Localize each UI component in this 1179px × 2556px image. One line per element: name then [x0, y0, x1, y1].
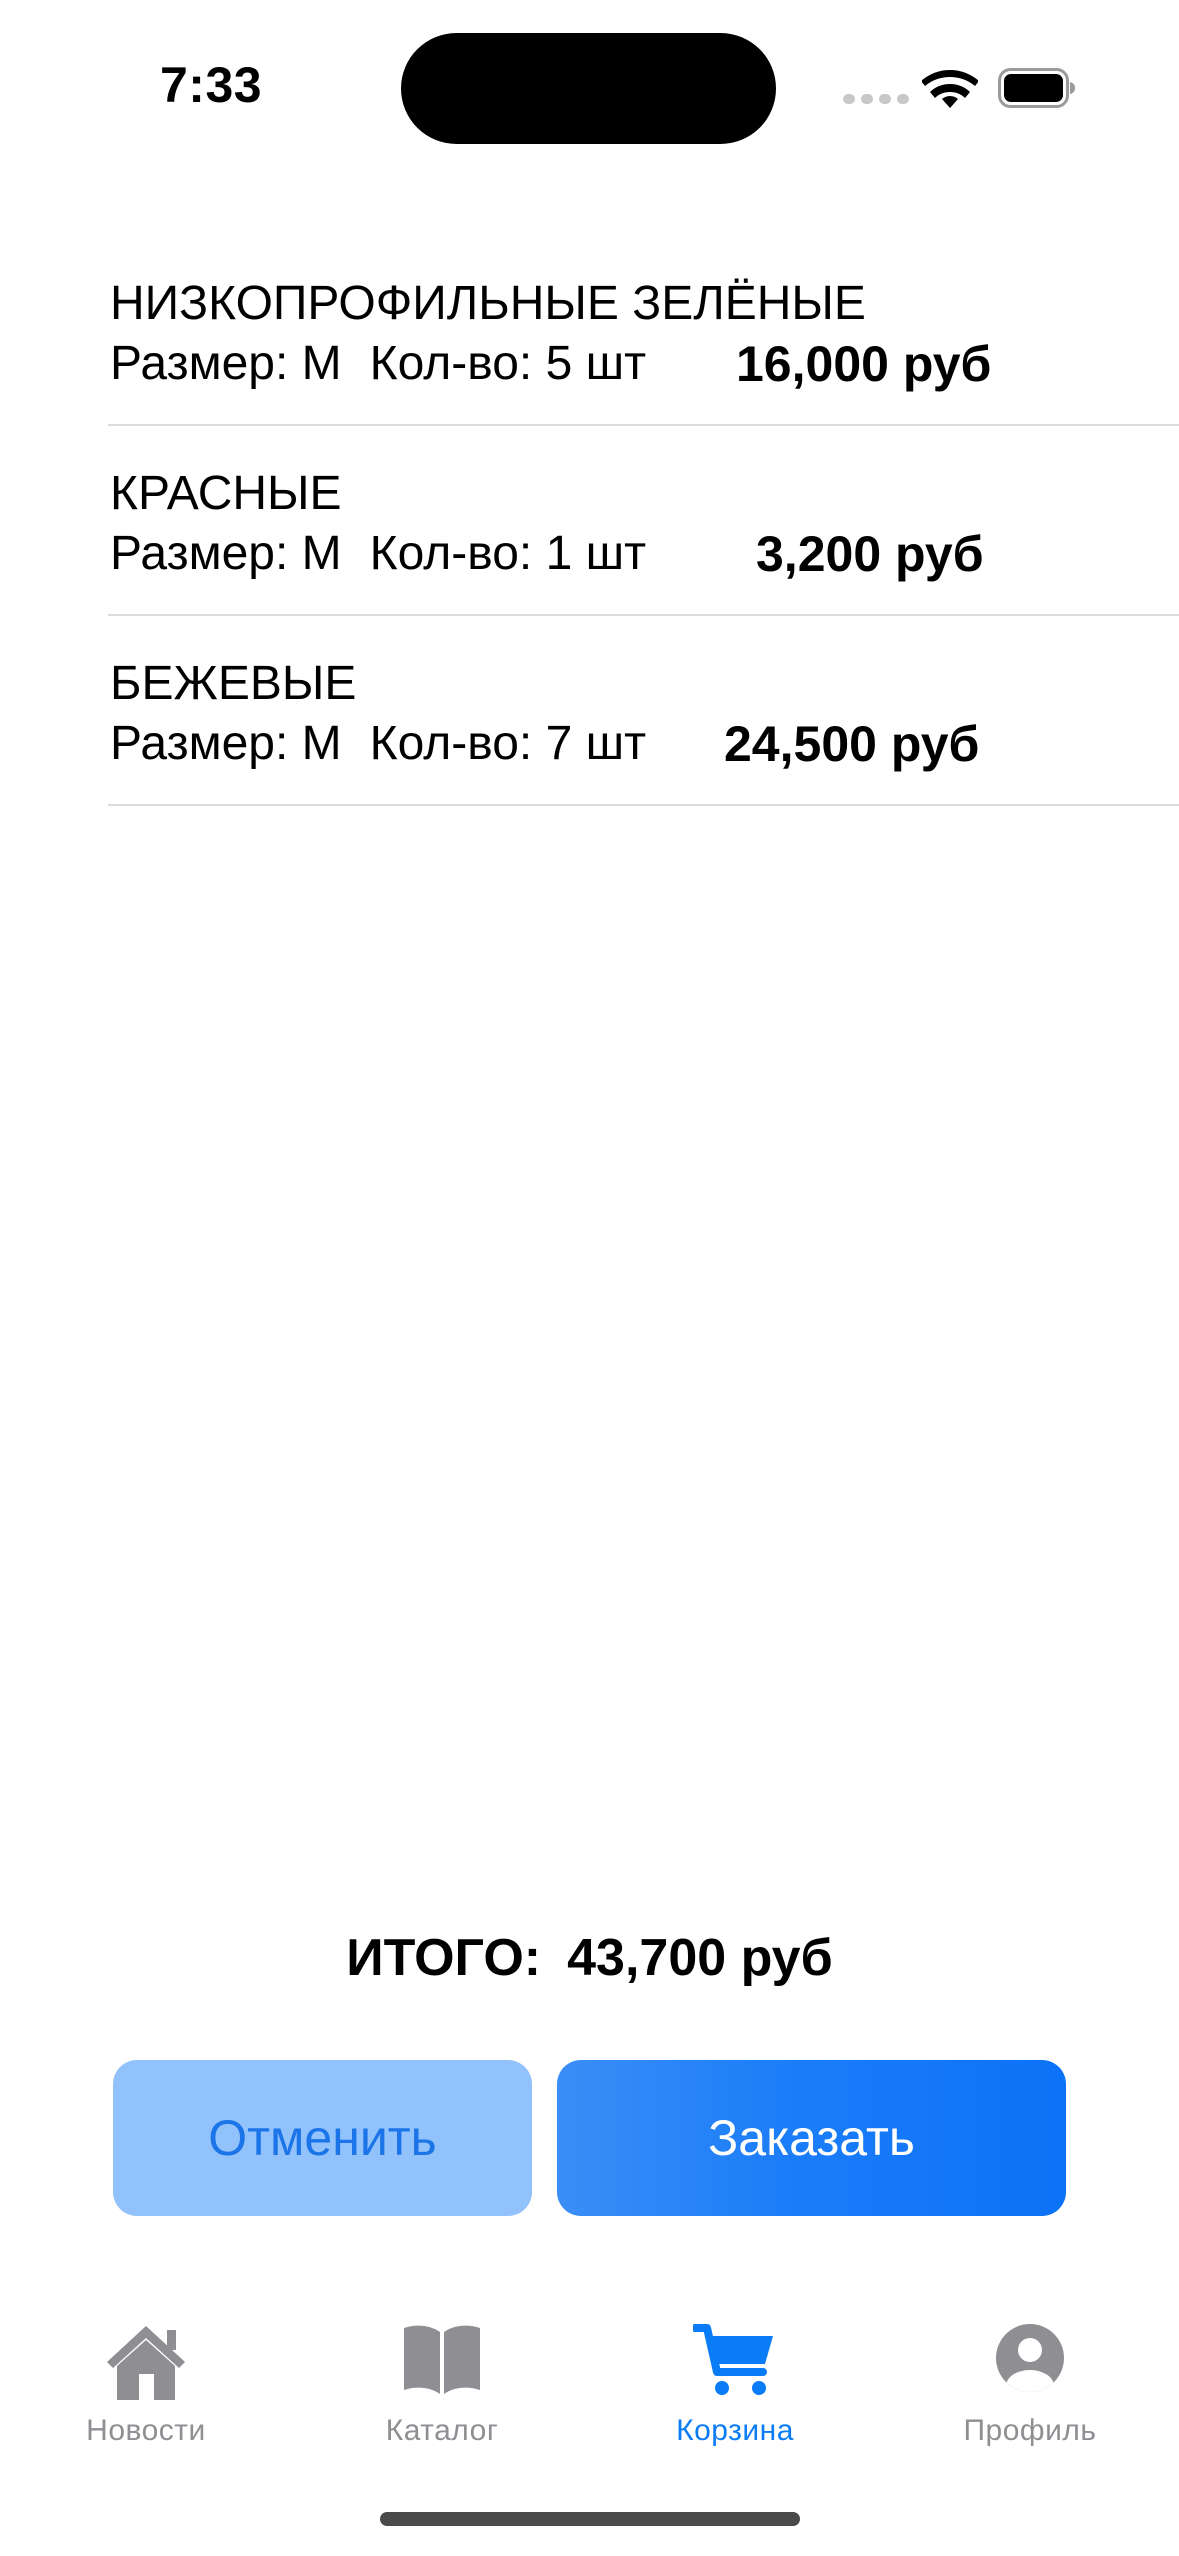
order-total: ИТОГО: 43,700 руб [0, 1928, 1179, 1988]
item-price: 16,000 руб [736, 336, 992, 392]
tab-profile[interactable]: Профиль [920, 2310, 1140, 2460]
cancel-button[interactable]: Отменить [113, 2060, 532, 2216]
tab-label: Профиль [963, 2414, 1097, 2447]
item-size: Размер: M [110, 337, 342, 390]
tab-catalog[interactable]: Каталог [332, 2310, 552, 2460]
item-quantity: Кол-во: 5 шт [369, 337, 647, 390]
tab-cart[interactable]: Корзина [625, 2310, 845, 2460]
item-meta: Размер: M Кол-во: 5 шт [110, 336, 646, 392]
status-time: 7:33 [160, 57, 263, 113]
item-meta: Размер: M Кол-во: 7 шт [110, 716, 646, 772]
item-meta: Размер: M Кол-во: 1 шт [110, 526, 646, 582]
cart-item[interactable]: БЕЖЕВЫЕ Размер: M Кол-во: 7 шт 24,500 руб [108, 616, 1179, 806]
item-title: КРАСНЫЕ [110, 467, 342, 520]
battery-icon [998, 68, 1075, 108]
dynamic-island [401, 33, 776, 144]
item-title: НИЗКОПРОФИЛЬНЫЕ ЗЕЛЁНЫЕ [110, 277, 866, 330]
cart-item[interactable]: КРАСНЫЕ Размер: M Кол-во: 1 шт 3,200 руб [108, 426, 1179, 616]
tab-label: Корзина [676, 2414, 794, 2447]
home-indicator[interactable] [380, 2512, 800, 2526]
tab-label: Новости [86, 2414, 206, 2447]
cart-list: НИЗКОПРОФИЛЬНЫЕ ЗЕЛЁНЫЕ Размер: M Кол-во:… [108, 236, 1179, 806]
tab-label: Каталог [385, 2414, 499, 2447]
item-price: 3,200 руб [756, 526, 984, 582]
wifi-icon [922, 70, 978, 108]
item-title: БЕЖЕВЫЕ [110, 657, 357, 710]
book-icon [404, 2325, 480, 2394]
item-price: 24,500 руб [724, 716, 980, 772]
house-icon [107, 2326, 185, 2400]
item-size: Размер: M [110, 717, 342, 770]
tab-news[interactable]: Новости [36, 2310, 256, 2460]
tab-bar: Новости Каталог Корзина Профиль [0, 2310, 1179, 2460]
order-button[interactable]: Заказать [557, 2060, 1066, 2216]
item-size: Размер: M [110, 527, 342, 580]
cart-icon [693, 2324, 773, 2395]
item-quantity: Кол-во: 7 шт [369, 717, 647, 770]
total-value: 43,700 руб [567, 1929, 833, 1987]
person-circle-icon [996, 2324, 1064, 2392]
cellular-signal-icon [843, 94, 909, 104]
total-label: ИТОГО: [346, 1929, 542, 1987]
item-quantity: Кол-во: 1 шт [369, 527, 647, 580]
cart-item[interactable]: НИЗКОПРОФИЛЬНЫЕ ЗЕЛЁНЫЕ Размер: M Кол-во:… [108, 236, 1179, 426]
